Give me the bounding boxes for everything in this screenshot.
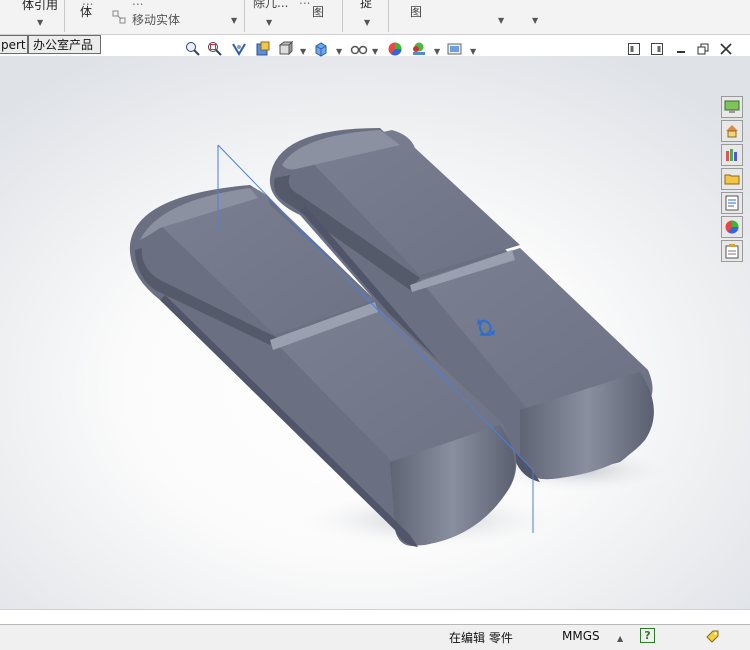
edit-appearance-icon[interactable] [386, 40, 404, 58]
chevron-down-icon[interactable]: ▼ [372, 47, 378, 56]
display-style-icon[interactable] [312, 40, 330, 58]
ribbon-separator [342, 0, 343, 32]
zoom-to-fit-icon[interactable] [184, 40, 202, 58]
ribbon-view-label[interactable]: 图 [312, 3, 324, 20]
part-model-view[interactable] [0, 56, 750, 609]
tile-right-icon[interactable] [650, 42, 664, 56]
file-explorer-icon[interactable] [721, 168, 743, 190]
zoom-to-area-icon[interactable] [206, 40, 224, 58]
home-icon[interactable] [721, 120, 743, 142]
tab-office-products[interactable]: 办公室产品 [28, 35, 101, 54]
design-library-icon[interactable] [721, 144, 743, 166]
chevron-down-icon[interactable]: ▼ [266, 18, 272, 27]
chevron-down-icon[interactable]: ▼ [498, 16, 504, 25]
apply-scene-icon[interactable] [410, 40, 428, 58]
ribbon-item-truncated-3[interactable]: ... [299, 0, 310, 7]
ribbon-separator [388, 0, 389, 32]
chevron-up-icon[interactable]: ▲ [617, 634, 623, 643]
ribbon-separator [244, 0, 245, 32]
help-icon[interactable]: ? [640, 628, 655, 643]
view-settings-icon[interactable] [446, 40, 464, 58]
minimize-icon[interactable] [674, 42, 688, 56]
unit-system[interactable]: MMGS [562, 629, 600, 643]
view-palette-icon[interactable] [721, 192, 743, 214]
view-orientation-icon[interactable] [276, 40, 294, 58]
ribbon-body-reference[interactable]: 体引用 [22, 0, 58, 13]
move-body-icon[interactable] [110, 8, 128, 26]
chevron-down-icon[interactable]: ▼ [231, 16, 237, 25]
ribbon-view-label-2[interactable]: 图 [410, 3, 422, 20]
ribbon-body-label[interactable]: 体 [80, 3, 92, 20]
ribbon-move-body[interactable]: 移动实体 [132, 11, 180, 28]
tile-left-icon[interactable] [627, 42, 641, 56]
ribbon-capture[interactable]: 捉 [360, 0, 372, 11]
chevron-down-icon[interactable]: ▼ [532, 16, 538, 25]
chevron-down-icon[interactable]: ▼ [470, 47, 476, 56]
chevron-down-icon[interactable]: ▼ [300, 47, 306, 56]
editing-status: 在编辑 零件 [449, 631, 513, 645]
solidworks-resources-icon[interactable] [721, 96, 743, 118]
restore-icon[interactable] [696, 42, 710, 56]
ribbon-separator [64, 0, 65, 32]
graphics-viewport[interactable] [0, 56, 750, 609]
hide-show-items-icon[interactable] [350, 40, 368, 58]
section-view-icon[interactable] [254, 40, 272, 58]
chevron-down-icon[interactable]: ▼ [336, 47, 342, 56]
ribbon-delete-item[interactable]: 除几... [253, 0, 288, 11]
previous-view-icon[interactable] [230, 40, 248, 58]
chevron-down-icon[interactable]: ▼ [364, 18, 370, 27]
chevron-down-icon[interactable]: ▼ [37, 18, 43, 27]
chevron-down-icon[interactable]: ▼ [434, 47, 440, 56]
ribbon-item-truncated-2[interactable]: ... [132, 0, 143, 8]
status-bar: 在编辑 零件 MMGS ▲ ? [0, 624, 750, 650]
command-ribbon: 体引用 ▼ ... 体 ... 移动实体 ▼ 除几... ▼ ... 图 捉 ▼… [0, 0, 750, 35]
task-pane-tabs [719, 96, 745, 264]
tab-expert[interactable]: pert [0, 35, 28, 54]
rebuild-tag-icon[interactable] [704, 628, 720, 647]
horizontal-scroll-area [0, 609, 750, 625]
close-icon[interactable] [719, 42, 733, 56]
appearances-icon[interactable] [721, 216, 743, 238]
custom-properties-icon[interactable] [721, 240, 743, 262]
